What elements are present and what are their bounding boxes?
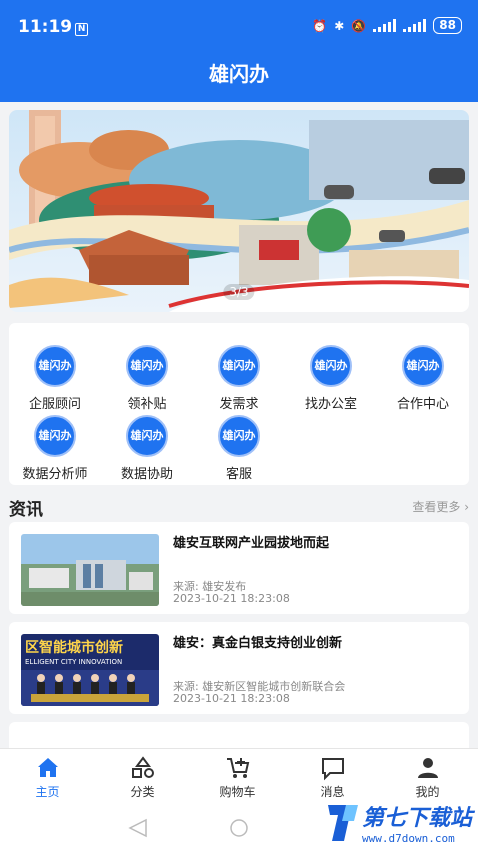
news-card[interactable]: 雄安互联网产业园拔地而起 来源: 雄安发布 2023-10-21 18:23:0… (9, 522, 469, 614)
service-data-assist[interactable]: 雄闪办 数据协助 (101, 415, 193, 482)
bottom-tab-bar: 主页 分类 购物车 消息 我的 (0, 748, 478, 806)
home-nav-icon (230, 819, 248, 837)
service-label: 数据协助 (120, 467, 173, 482)
news-headline: 雄安：真金白银支持创业创新 (173, 636, 343, 651)
status-bar: 11:19 N ⏰ ✱ 🔕 88 (0, 0, 478, 46)
service-logo-icon: 雄闪办 (218, 345, 260, 387)
tab-home[interactable]: 主页 (0, 755, 95, 800)
message-icon (321, 758, 344, 781)
service-logo-icon: 雄闪办 (310, 345, 352, 387)
service-label: 客服 (225, 467, 252, 482)
mute-icon: 🔕 (351, 18, 367, 33)
service-label: 合作中心 (396, 397, 449, 412)
watermark-text: 第七下载站 (361, 806, 472, 831)
tab-label: 购物车 (219, 785, 256, 799)
watermark-logo: 第七下载站 www.d7down.com (322, 800, 472, 845)
thumb-subcaption: ELLIGENT CITY INNOVATION (25, 658, 122, 666)
category-icon (131, 756, 154, 778)
page-title: 雄闪办 (0, 46, 478, 102)
service-label: 数据分析师 (22, 467, 88, 482)
news-section-title: 资讯 (9, 500, 43, 520)
battery-icon: 88 (433, 17, 462, 34)
back-icon (128, 818, 147, 838)
view-more-link[interactable]: 查看更多 › (412, 498, 469, 515)
banner-indicator: 3/3 (223, 284, 255, 300)
service-logo-icon: 雄闪办 (218, 415, 260, 457)
signal-icon-2 (403, 19, 427, 32)
service-logo-icon: 雄闪办 (34, 415, 76, 457)
signal-icon (373, 19, 397, 32)
cart-icon (226, 758, 249, 778)
service-logo-icon: 雄闪办 (34, 345, 76, 387)
thumb-caption: 区智能城市创新 (25, 639, 123, 656)
news-section-header: 资讯 查看更多 › (9, 495, 469, 520)
service-cooperation-center[interactable]: 雄闪办 合作中心 (377, 345, 469, 412)
service-data-analyst[interactable]: 雄闪办 数据分析师 (9, 415, 101, 482)
tab-label: 分类 (130, 785, 155, 799)
watermark-url: www.d7down.com (361, 832, 455, 845)
watermark-icon (327, 804, 358, 841)
service-label: 找办公室 (304, 397, 357, 412)
service-label: 企服顾问 (28, 397, 81, 412)
news-date: 2023-10-21 18:23:08 (173, 692, 290, 705)
news-headline: 雄安互联网产业园拔地而起 (173, 536, 330, 551)
bluetooth-icon: ✱ (334, 18, 345, 33)
service-logo-icon: 雄闪办 (126, 415, 168, 457)
tab-label: 主页 (35, 785, 60, 799)
alarm-icon: ⏰ (312, 18, 328, 33)
tab-messages[interactable]: 消息 (285, 755, 380, 800)
profile-icon (417, 758, 438, 778)
news-thumbnail (21, 534, 159, 606)
tab-category[interactable]: 分类 (95, 755, 190, 800)
service-find-office[interactable]: 雄闪办 找办公室 (285, 345, 377, 412)
banner-carousel[interactable]: 3/3 (9, 110, 469, 312)
service-label: 领补贴 (127, 397, 167, 412)
service-customer-service[interactable]: 雄闪办 客服 (193, 415, 285, 482)
services-grid: 雄闪办 企服顾问 雄闪办 领补贴 雄闪办 发需求 雄闪办 找办公室 雄闪办 合作… (9, 323, 469, 485)
service-enterprise-consultant[interactable]: 雄闪办 企服顾问 (9, 345, 101, 412)
news-thumbnail: 区智能城市创新 ELLIGENT CITY INNOVATION (21, 634, 159, 706)
service-label: 发需求 (219, 397, 259, 412)
service-post-demand[interactable]: 雄闪办 发需求 (193, 345, 285, 412)
news-date: 2023-10-21 18:23:08 (173, 592, 290, 605)
nfc-icon: N (75, 23, 89, 36)
service-subsidy[interactable]: 雄闪办 领补贴 (101, 345, 193, 412)
news-card[interactable]: 区智能城市创新 ELLIGENT CITY INNOVATION 雄安：真金白银… (9, 622, 469, 714)
tab-cart[interactable]: 购物车 (190, 755, 285, 800)
chevron-right-icon: › (464, 500, 469, 514)
service-logo-icon: 雄闪办 (402, 345, 444, 387)
home-icon (37, 758, 58, 777)
banner-image (9, 110, 469, 312)
tab-label: 消息 (320, 785, 345, 799)
tab-label: 我的 (415, 785, 440, 799)
service-logo-icon: 雄闪办 (126, 345, 168, 387)
status-time: 11:19 N (18, 17, 89, 37)
tab-profile[interactable]: 我的 (380, 755, 475, 800)
